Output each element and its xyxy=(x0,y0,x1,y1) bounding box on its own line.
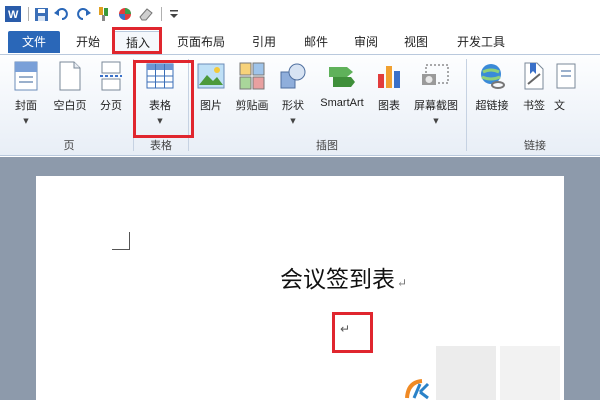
chart-label: 图表 xyxy=(378,99,400,112)
group-label-tables: 表格 xyxy=(150,139,172,152)
watermark-blocks xyxy=(436,346,560,400)
screenshot-icon xyxy=(421,61,451,91)
save-icon[interactable] xyxy=(32,5,50,23)
chart-button[interactable]: 图表 xyxy=(372,61,406,135)
tab-developer[interactable]: 开发工具 xyxy=(446,31,516,53)
group-label-pages: 页 xyxy=(63,139,75,152)
tab-review[interactable]: 审阅 xyxy=(346,31,386,53)
cross-reference-icon xyxy=(554,61,584,91)
dropdown-arrow-icon: ▼ xyxy=(290,117,296,125)
divider xyxy=(28,7,29,21)
hyperlink-button[interactable]: 超链接 xyxy=(470,61,514,135)
clipart-label: 剪贴画 xyxy=(235,99,269,112)
cover-page-label: 封面 xyxy=(15,99,37,112)
page-break-icon xyxy=(96,61,126,91)
watermark-logo-icon xyxy=(404,378,434,400)
table-button-highlight xyxy=(133,60,194,138)
picture-label: 图片 xyxy=(200,99,222,112)
group-label-links: 链接 xyxy=(524,139,546,152)
tab-page-layout[interactable]: 页面布局 xyxy=(170,31,232,53)
divider xyxy=(161,7,162,21)
document-title[interactable]: 会议签到表 ↵ xyxy=(280,260,407,294)
customize-icon[interactable] xyxy=(165,5,183,23)
shapes-button[interactable]: 形状 ▼ xyxy=(276,61,310,135)
picture-icon xyxy=(196,61,226,91)
screenshot-button[interactable]: 屏幕截图 ▼ xyxy=(408,61,464,135)
tab-view[interactable]: 视图 xyxy=(396,31,436,53)
cursor-position-highlight xyxy=(332,312,373,353)
page-break-label: 分页 xyxy=(100,99,122,112)
cross-reference-label: 文 xyxy=(554,99,565,112)
color-icon[interactable] xyxy=(116,5,134,23)
page-break-button[interactable]: 分页 xyxy=(94,61,128,135)
cover-page-button[interactable]: 封面 ▼ xyxy=(8,61,44,135)
blank-page-button[interactable]: 空白页 xyxy=(48,61,92,135)
paragraph-mark: ↵ xyxy=(397,276,408,290)
tab-file[interactable]: 文件 xyxy=(8,31,60,53)
group-label-illustrations: 插图 xyxy=(316,139,338,152)
cover-page-icon xyxy=(11,61,41,91)
clipart-button[interactable]: 剪贴画 xyxy=(232,61,272,135)
tab-mailings[interactable]: 邮件 xyxy=(296,31,336,53)
tab-home[interactable]: 开始 xyxy=(66,31,110,53)
dropdown-arrow-icon: ▼ xyxy=(433,117,439,125)
svg-text:W: W xyxy=(8,9,19,21)
smartart-button[interactable]: SmartArt xyxy=(314,61,370,135)
margin-corner-mark xyxy=(112,232,130,250)
ribbon: 封面 ▼ 空白页 分页 页 表格 ▼ 表格 图片 剪贴画 形状 ▼ SmartA… xyxy=(0,54,600,156)
screenshot-label: 屏幕截图 xyxy=(414,99,458,112)
hyperlink-label: 超链接 xyxy=(475,99,509,112)
shapes-label: 形状 xyxy=(282,99,304,112)
bookmark-button[interactable]: 书签 xyxy=(518,61,550,135)
tab-references[interactable]: 引用 xyxy=(244,31,284,53)
quick-access-toolbar: W xyxy=(0,0,600,28)
clipart-icon xyxy=(237,61,267,91)
smartart-icon xyxy=(327,61,357,91)
group-divider xyxy=(466,59,467,151)
eraser-icon[interactable] xyxy=(137,5,155,23)
blank-page-icon xyxy=(55,61,85,91)
bookmark-icon xyxy=(519,61,549,91)
hyperlink-icon xyxy=(477,61,507,91)
shapes-icon xyxy=(278,61,308,91)
dropdown-arrow-icon: ▼ xyxy=(23,117,29,125)
cross-reference-button[interactable]: 文 xyxy=(554,61,600,135)
ribbon-tab-strip: 文件 开始 插入 页面布局 引用 邮件 审阅 视图 开发工具 xyxy=(0,28,600,54)
smartart-label: SmartArt xyxy=(320,97,364,109)
format-painter-icon[interactable] xyxy=(95,5,113,23)
blank-page-label: 空白页 xyxy=(53,99,87,112)
chart-icon xyxy=(374,61,404,91)
picture-button[interactable]: 图片 xyxy=(194,61,228,135)
word-logo-icon: W xyxy=(4,5,22,23)
undo-icon[interactable] xyxy=(53,5,71,23)
bookmark-label: 书签 xyxy=(523,99,545,112)
document-title-text: 会议签到表 xyxy=(280,267,395,293)
insert-tab-highlight xyxy=(112,27,162,54)
redo-icon[interactable] xyxy=(74,5,92,23)
